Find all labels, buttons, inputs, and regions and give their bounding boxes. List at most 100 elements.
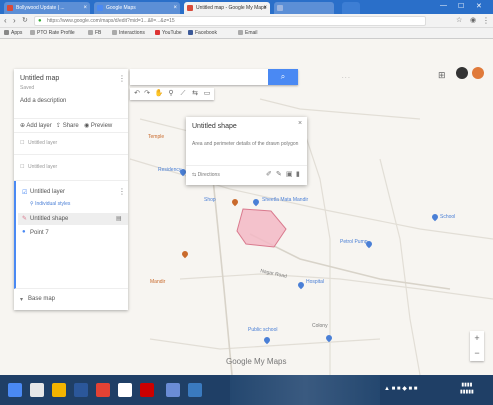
- chrome-icon[interactable]: [96, 383, 110, 397]
- directions-button[interactable]: ⇆ Directions: [192, 172, 220, 178]
- chevron-down-icon[interactable]: ▾: [20, 296, 23, 303]
- bookmark-email[interactable]: Email: [238, 28, 258, 39]
- menu-icon[interactable]: ⋮: [482, 16, 490, 25]
- taskbar-spacer: [230, 375, 380, 405]
- undo-icon[interactable]: ↶: [132, 89, 142, 99]
- drawing-toolbar: ↶ ↷ ✋ ⚲ ⟋ ⇆ ▭: [130, 88, 214, 100]
- close-icon[interactable]: ×: [298, 120, 302, 127]
- app-icon[interactable]: [166, 383, 180, 397]
- map-label[interactable]: Hospital: [306, 279, 324, 285]
- address-bar-row: ‹ › ↻ ● https://www.google.com/maps/d/ed…: [0, 14, 493, 28]
- layer-name[interactable]: Untitled layer: [30, 189, 65, 195]
- notifications-icon[interactable]: [456, 67, 468, 79]
- bookmark-fb[interactable]: FB: [88, 28, 101, 39]
- layer-name[interactable]: Untitled layer: [28, 140, 57, 146]
- hand-icon[interactable]: ✋: [154, 89, 164, 99]
- map-canvas[interactable]: Temple Residency Sheetla Mata Mandir Sho…: [0, 39, 493, 375]
- style-link[interactable]: ⚲ Individual styles: [30, 201, 70, 207]
- tab-bollywood[interactable]: Bollywood Update | ... ×: [4, 2, 90, 14]
- search-icon[interactable]: [30, 383, 44, 397]
- layer-checkbox-icon[interactable]: ☑: [22, 189, 27, 196]
- search-icon: ⌕: [280, 72, 286, 81]
- close-tab-icon[interactable]: ×: [263, 2, 267, 14]
- basemap-label[interactable]: Base map: [28, 296, 55, 302]
- apps-grid-icon[interactable]: ⊞: [438, 70, 446, 81]
- close-tab-icon[interactable]: ×: [173, 2, 177, 14]
- layer-item[interactable]: ☐ Untitled layer: [14, 155, 128, 181]
- feature-point[interactable]: ● Point 7: [18, 227, 128, 239]
- layer-item[interactable]: ☐ Untitled layer: [14, 133, 128, 155]
- map-label[interactable]: Public school: [248, 327, 277, 333]
- url-field[interactable]: ● https://www.google.com/maps/d/edit?mid…: [34, 16, 426, 26]
- star-icon[interactable]: ☆: [456, 16, 462, 24]
- tab-blank[interactable]: [274, 2, 334, 14]
- tab-my-maps[interactable]: Untitled map - Google My Maps ×: [184, 2, 270, 14]
- map-description[interactable]: Add a description: [20, 98, 66, 104]
- map-label[interactable]: Mandir: [150, 279, 165, 285]
- layer-checkbox-icon[interactable]: ☐: [20, 164, 24, 170]
- redo-icon[interactable]: ↷: [142, 89, 152, 99]
- feature-name[interactable]: Untitled shape: [30, 216, 68, 222]
- forward-icon[interactable]: ›: [13, 16, 16, 25]
- maximize-icon[interactable]: ☐: [458, 2, 464, 10]
- feature-style-icon[interactable]: ▤: [116, 215, 122, 222]
- draw-line-icon[interactable]: ⟋: [178, 89, 188, 99]
- feature-name[interactable]: Point 7: [30, 230, 49, 236]
- minimize-icon[interactable]: —: [440, 2, 447, 9]
- panel-menu-icon[interactable]: ⋮: [118, 74, 126, 83]
- directions-icon[interactable]: ⇆: [190, 89, 200, 99]
- active-layer[interactable]: ☑ Untitled layer ⋮ ⚲ Individual styles ✎…: [14, 181, 128, 289]
- tray-icons[interactable]: ▲ ■ ■ ◆ ■ ■: [384, 385, 417, 392]
- windows-taskbar: ▲ ■ ■ ◆ ■ ■ ▮▮▮▮ ▮▮▮▮▮: [0, 375, 493, 405]
- file-explorer-icon[interactable]: [52, 383, 66, 397]
- feature-shape[interactable]: ✎ Untitled shape ▤: [18, 213, 128, 225]
- word-icon[interactable]: [74, 383, 88, 397]
- close-tab-icon[interactable]: ×: [83, 2, 87, 14]
- map-label: Colony: [312, 323, 328, 329]
- app-icon[interactable]: [188, 383, 202, 397]
- layers-panel: Untitled map Saved Add a description ⋮ ⊕…: [14, 69, 128, 310]
- extension-icon[interactable]: ◉: [470, 16, 476, 24]
- share-button[interactable]: ⇪ Share: [56, 122, 79, 129]
- map-label[interactable]: School: [440, 214, 455, 220]
- bookmark-facebook[interactable]: Facebook: [188, 28, 217, 39]
- start-icon[interactable]: [8, 383, 22, 397]
- avatar[interactable]: [472, 67, 484, 79]
- map-title[interactable]: Untitled map: [20, 75, 59, 82]
- layer-checkbox-icon[interactable]: ☐: [20, 140, 24, 146]
- map-label[interactable]: Sheetla Mata Mandir: [262, 197, 308, 203]
- search-button[interactable]: ⌕: [268, 69, 298, 85]
- ruler-icon[interactable]: ▭: [202, 89, 212, 99]
- map-label[interactable]: Residency: [158, 167, 181, 173]
- layer-name[interactable]: Untitled layer: [28, 164, 57, 170]
- zoom-out-button[interactable]: −: [470, 346, 484, 361]
- back-icon[interactable]: ‹: [4, 16, 7, 25]
- opera-icon[interactable]: [140, 383, 154, 397]
- map-label[interactable]: Petrol Pump: [340, 239, 368, 245]
- favicon-icon: [7, 5, 13, 11]
- map-label[interactable]: Shop: [204, 197, 216, 203]
- edit-icon[interactable]: ✎: [276, 170, 282, 178]
- add-layer-button[interactable]: ⊕ Add layer: [20, 122, 52, 129]
- map-label[interactable]: Temple: [148, 134, 164, 140]
- new-tab-button[interactable]: [342, 2, 360, 14]
- app-icon[interactable]: [118, 383, 132, 397]
- clock[interactable]: ▮▮▮▮ ▮▮▮▮▮: [460, 382, 474, 396]
- photo-icon[interactable]: ▣: [286, 170, 293, 178]
- basemap-row[interactable]: ▾ Base map: [14, 289, 128, 310]
- paint-style-icon[interactable]: ✐: [266, 170, 272, 178]
- close-window-icon[interactable]: ✕: [476, 2, 482, 10]
- bookmark-interactions[interactable]: Interactions: [112, 28, 145, 39]
- preview-button[interactable]: ◉ Preview: [84, 122, 112, 129]
- tab-google-maps[interactable]: Google Maps ×: [94, 2, 180, 14]
- feature-popup: Untitled shape × Area and perimeter deta…: [186, 117, 307, 185]
- bookmark-youtube[interactable]: YouTube: [155, 28, 182, 39]
- bookmark-pto[interactable]: PTO Rate Profile: [30, 28, 75, 39]
- marker-icon[interactable]: ⚲: [166, 89, 176, 99]
- delete-icon[interactable]: ▮: [296, 170, 300, 178]
- zoom-in-button[interactable]: +: [470, 331, 484, 346]
- lock-icon: ●: [38, 18, 42, 24]
- reload-icon[interactable]: ↻: [22, 16, 28, 24]
- layer-menu-icon[interactable]: ⋮: [118, 187, 126, 196]
- bookmark-apps[interactable]: Apps: [4, 28, 22, 39]
